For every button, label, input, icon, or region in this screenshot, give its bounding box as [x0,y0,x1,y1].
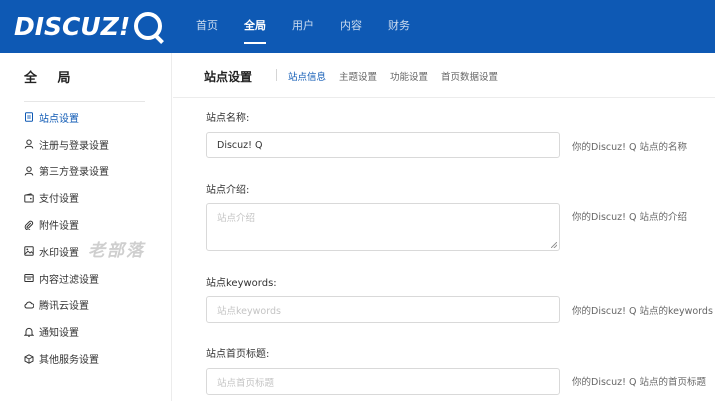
logo[interactable]: DISCUZ! [14,7,163,45]
site-keywords-input[interactable]: 站点keywords [206,296,560,323]
header-divider [276,69,277,81]
top-nav: 首页 全局 用户 内容 财务 [196,0,436,53]
wallet-icon [24,193,34,203]
tab-feature-settings[interactable]: 功能设置 [390,69,428,83]
tab-homepage-data-settings[interactable]: 首页数据设置 [441,69,498,83]
site-intro-hint: 你的Discuz! Q 站点的介绍 [572,212,687,223]
filter-icon [24,273,34,283]
site-home-title-hint: 你的Discuz! Q 站点的首页标题 [572,377,706,388]
sidebar-item-other-services[interactable]: 其他服务设置 [24,345,109,372]
sidebar-divider [24,101,145,102]
nav-item-global[interactable]: 全局 [244,0,266,53]
tab-site-info[interactable]: 站点信息 [288,69,326,83]
sidebar-item-label: 腾讯云设置 [39,301,89,313]
site-keywords-hint: 你的Discuz! Q 站点的keywords [572,306,713,317]
site-home-title-label: 站点首页标题: [206,349,270,360]
sidebar-item-site-settings[interactable]: 站点设置 [24,104,109,131]
sidebar-item-label: 第三方登录设置 [39,167,109,179]
nav-item-content[interactable]: 内容 [340,0,362,53]
sidebar: 全 局 站点设置 注册与登录设置 第三方登录设置 支付设置 附件设置 水印设置 … [0,53,172,401]
sidebar-item-label: 其他服务设置 [39,355,99,367]
tab-theme-settings[interactable]: 主题设置 [339,69,377,83]
sidebar-item-label: 内容过滤设置 [39,274,99,286]
nav-item-users[interactable]: 用户 [292,0,314,53]
user-icon [24,139,34,149]
sidebar-item-label: 水印设置 [39,247,79,259]
logo-text: DISCUZ! [14,11,131,41]
settings-tabs: 站点信息 主题设置 功能设置 首页数据设置 [288,69,511,83]
sidebar-item-attachment[interactable]: 附件设置 [24,211,109,238]
nav-item-home[interactable]: 首页 [196,0,218,53]
document-icon [24,112,34,123]
cube-icon [24,353,34,364]
sidebar-item-content-filter[interactable]: 内容过滤设置 [24,265,109,292]
site-intro-textarea[interactable]: 站点介绍 [206,203,560,251]
top-bar: DISCUZ! 首页 全局 用户 内容 财务 [0,0,715,53]
page-title: 站点设置 [204,70,253,84]
sidebar-item-payment[interactable]: 支付设置 [24,184,109,211]
site-intro-label: 站点介绍: [206,185,250,196]
paperclip-icon [24,220,34,230]
cloud-icon [24,300,34,310]
sidebar-item-label: 通知设置 [39,328,79,340]
site-name-input[interactable]: Discuz! Q [206,132,560,158]
sidebar-item-tencent-cloud[interactable]: 腾讯云设置 [24,292,109,319]
sidebar-item-label: 站点设置 [39,113,79,125]
user-icon [24,166,34,176]
site-name-label: 站点名称: [206,113,250,124]
site-keywords-label: 站点keywords: [206,278,277,289]
sidebar-item-third-party-login[interactable]: 第三方登录设置 [24,158,109,185]
sidebar-item-register-login[interactable]: 注册与登录设置 [24,131,109,158]
sidebar-item-label: 注册与登录设置 [39,140,109,152]
site-home-title-input[interactable]: 站点首页标题 [206,368,560,395]
logo-q-icon [134,12,163,40]
site-name-hint: 你的Discuz! Q 站点的名称 [572,142,687,153]
watermark-overlay: 老部落 [88,241,145,261]
sidebar-item-label: 支付设置 [39,194,79,206]
image-icon [24,246,34,257]
site-intro-placeholder: 站点介绍 [217,213,256,224]
content-header: 站点设置 站点信息 主题设置 功能设置 首页数据设置 [173,53,715,98]
bell-icon [24,327,34,337]
nav-item-finance[interactable]: 财务 [388,0,410,53]
sidebar-title: 全 局 [24,71,79,86]
main-content: 站点设置 站点信息 主题设置 功能设置 首页数据设置 站点名称: Discuz!… [173,53,715,401]
sidebar-item-notification[interactable]: 通知设置 [24,318,109,345]
sidebar-item-label: 附件设置 [39,221,79,233]
resize-handle-icon[interactable] [551,242,557,248]
